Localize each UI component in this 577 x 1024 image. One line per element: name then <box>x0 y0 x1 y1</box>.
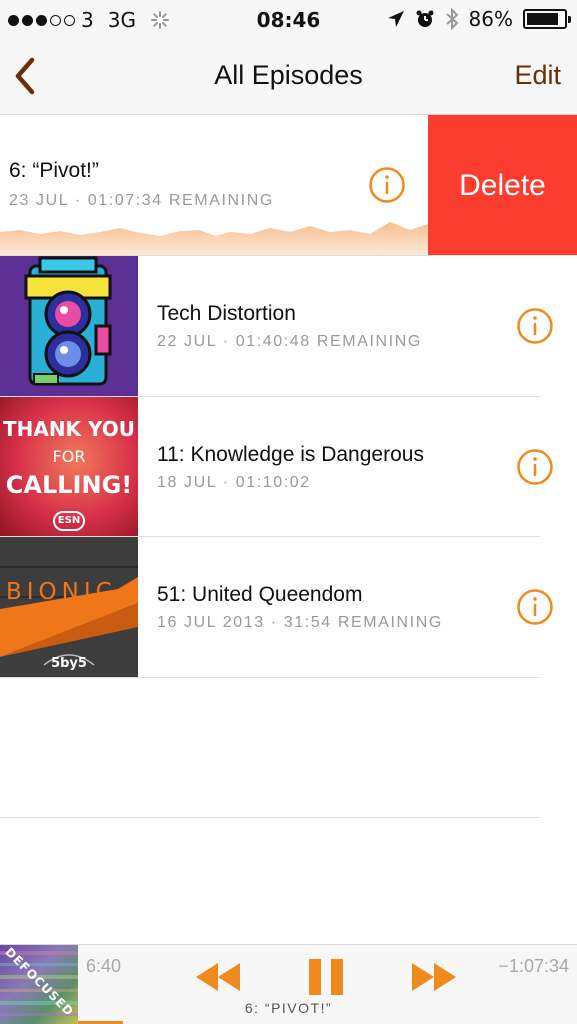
podcast-artwork-bionic: BIONIC 5by5 <box>0 537 138 677</box>
alarm-clock-icon <box>416 10 434 27</box>
episode-subtitle: 23 JUL · 01:07:34 REMAINING <box>9 192 274 209</box>
edit-button[interactable]: Edit <box>514 60 561 91</box>
episode-row[interactable]: 6: “Pivot!” 23 JUL · 01:07:34 REMAINING … <box>0 115 577 256</box>
info-icon[interactable] <box>368 166 406 204</box>
battery-level-fill <box>527 13 558 25</box>
pause-button[interactable] <box>307 957 345 997</box>
row-divider <box>0 677 540 678</box>
episode-subtitle: 22 JUL · 01:40:48 REMAINING <box>157 333 422 350</box>
info-icon[interactable] <box>516 448 554 486</box>
episode-subtitle: 18 JUL · 01:10:02 <box>157 474 311 491</box>
navigation-bar: All Episodes Edit <box>0 40 577 115</box>
artwork-text: BIONIC <box>6 579 117 605</box>
fast-forward-button[interactable] <box>410 957 458 997</box>
podcast-artwork-camera <box>0 256 138 396</box>
delete-button[interactable]: Delete <box>428 115 577 256</box>
episode-row[interactable]: BIONIC 5by5 51: United Queendom 16 JUL 2… <box>0 537 577 677</box>
artwork-text: FOR <box>52 447 86 466</box>
camera-illustration-icon <box>24 256 112 386</box>
episode-title: 51: United Queendom <box>157 583 363 606</box>
battery-icon <box>523 9 571 29</box>
episode-title: 11: Knowledge is Dangerous <box>157 443 424 466</box>
mini-player[interactable]: DEFOCUSED 6:40 −1:07:34 6: “PIVOT!” <box>0 944 577 1024</box>
episode-row[interactable]: Tech Distortion 22 JUL · 01:40:48 REMAIN… <box>0 256 577 396</box>
row-divider <box>0 817 540 818</box>
info-icon[interactable] <box>516 307 554 345</box>
rewind-button[interactable] <box>194 957 242 997</box>
elapsed-time: 6:40 <box>86 956 122 976</box>
episode-title: Tech Distortion <box>157 302 296 325</box>
episode-row[interactable]: THANK YOU FOR CALLING! ESN 11: Knowledge… <box>0 397 577 537</box>
artwork-text: THANK YOU <box>2 417 136 441</box>
location-arrow-icon <box>387 11 404 27</box>
episode-row-content[interactable]: 6: “Pivot!” 23 JUL · 01:07:34 REMAINING <box>0 115 428 256</box>
status-bar: 3 3G 08:46 86% <box>0 0 577 40</box>
page-title: All Episodes <box>214 60 363 90</box>
esn-logo: ESN <box>53 511 85 531</box>
artwork-text: CALLING! <box>5 471 133 499</box>
now-playing-title: 6: “PIVOT!” <box>244 1000 333 1016</box>
bluetooth-icon <box>445 8 458 30</box>
artwork-text: 5by5 <box>51 656 87 671</box>
info-icon[interactable] <box>516 588 554 626</box>
episode-title: 6: “Pivot!” <box>9 159 99 182</box>
battery-percent: 86% <box>468 7 513 31</box>
episode-subtitle: 16 JUL 2013 · 31:54 REMAINING <box>157 614 443 631</box>
remaining-time: −1:07:34 <box>498 956 569 976</box>
status-indicators: 86% <box>387 7 571 31</box>
progress-waveform <box>0 222 428 256</box>
podcast-artwork-thank-you-for-calling: THANK YOU FOR CALLING! ESN <box>0 397 138 537</box>
